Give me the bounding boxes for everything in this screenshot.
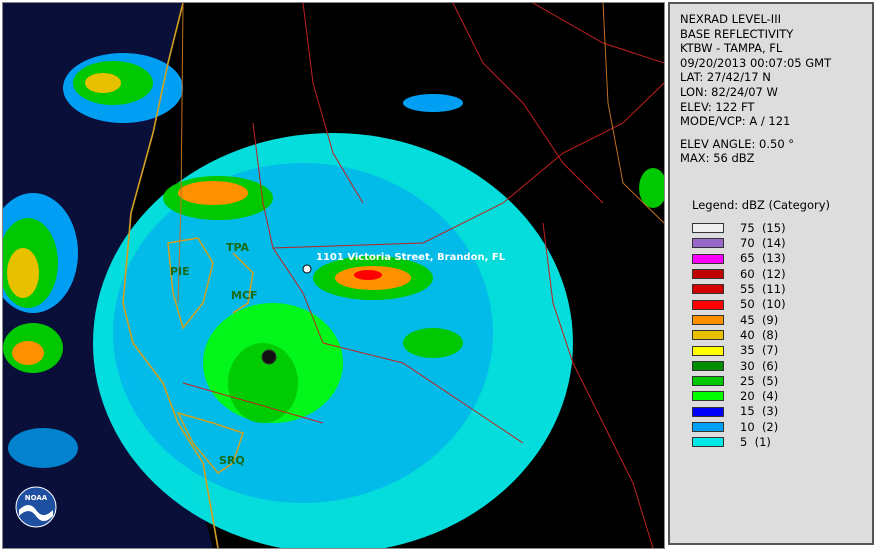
- metadata-block: NEXRAD LEVEL-III BASE REFLECTIVITY KTBW …: [680, 12, 862, 129]
- legend-swatch: [692, 422, 724, 433]
- legend-row: 50 (10): [692, 297, 862, 312]
- radar-map[interactable]: TPA PIE MCF SRQ 1101 Victoria Street, Br…: [2, 2, 665, 549]
- legend-label: 25 (5): [740, 373, 779, 388]
- storm-north-core: [178, 181, 248, 205]
- legend-swatch: [692, 299, 724, 310]
- station-label-pie: PIE: [170, 265, 190, 278]
- location-marker-icon: [302, 264, 312, 274]
- info-panel: NEXRAD LEVEL-III BASE REFLECTIVITY KTBW …: [668, 2, 874, 545]
- station-label-mcf: MCF: [231, 289, 258, 302]
- legend-swatch: [692, 406, 724, 417]
- storm-brandon-max: [354, 270, 382, 280]
- legend: 75 (15) 70 (14) 65 (13) 60 (12) 55 (11) 50 (1…: [692, 221, 862, 450]
- legend-row: 25 (5): [692, 374, 862, 389]
- radar-map-canvas: [3, 3, 664, 548]
- station-label-srq: SRQ: [219, 454, 245, 467]
- address-label: 1101 Victoria Street, Brandon, FL: [316, 252, 506, 263]
- legend-label: 15 (3): [740, 404, 779, 419]
- county-line: [452, 3, 604, 204]
- legend-label: 30 (6): [740, 358, 779, 373]
- legend-label: 70 (14): [740, 236, 786, 251]
- legend-label: 5 (1): [740, 435, 771, 450]
- legend-swatch: [692, 391, 724, 402]
- product-line: NEXRAD LEVEL-III: [680, 12, 781, 26]
- storm-south: [8, 428, 78, 468]
- legend-swatch: [692, 223, 724, 234]
- legend-swatch: [692, 238, 724, 249]
- legend-swatch: [692, 345, 724, 356]
- legend-swatch: [692, 437, 724, 448]
- legend-label: 40 (8): [740, 327, 779, 342]
- timestamp-line: 09/20/2013 00:07:05 GMT: [680, 55, 832, 70]
- elev-angle-line: ELEV ANGLE: 0.50 °: [680, 136, 795, 151]
- county-line: [532, 3, 664, 64]
- legend-row: 75 (15): [692, 221, 862, 236]
- legend-row: 65 (13): [692, 251, 862, 266]
- legend-swatch: [692, 360, 724, 371]
- radar-site-icon: [261, 349, 277, 365]
- legend-swatch: [692, 284, 724, 295]
- legend-label: 55 (11): [740, 282, 786, 297]
- storm-northwest-yellow: [85, 73, 121, 93]
- legend-row: 35 (7): [692, 343, 862, 358]
- legend-label: 75 (15): [740, 220, 786, 235]
- legend-label: 35 (7): [740, 343, 779, 358]
- legend-row: 40 (8): [692, 328, 862, 343]
- legend-row: 30 (6): [692, 358, 862, 373]
- station-line: KTBW - TAMPA, FL: [680, 41, 783, 56]
- legend-title: Legend: dBZ (Category): [692, 197, 830, 212]
- legend-row: 55 (11): [692, 282, 862, 297]
- legend-label: 50 (10): [740, 297, 786, 312]
- legend-row: 15 (3): [692, 404, 862, 419]
- storm-northeast: [403, 94, 463, 112]
- storm-west-yellow: [7, 248, 39, 298]
- legend-label: 60 (12): [740, 266, 786, 281]
- noaa-logo: NOAA: [15, 486, 57, 528]
- legend-swatch: [692, 376, 724, 387]
- product-type-line: BASE REFLECTIVITY: [680, 26, 794, 41]
- legend-row: 10 (2): [692, 419, 862, 434]
- legend-row: 20 (4): [692, 389, 862, 404]
- legend-swatch: [692, 253, 724, 264]
- latitude-line: LAT: 27/42/17 N: [680, 70, 771, 85]
- mode-vcp-line: MODE/VCP: A / 121: [680, 114, 791, 129]
- legend-label: 20 (4): [740, 389, 779, 404]
- legend-swatch: [692, 330, 724, 341]
- longitude-line: LON: 82/24/07 W: [680, 84, 778, 99]
- storm-southwest-core: [12, 341, 44, 365]
- station-label-tpa: TPA: [226, 241, 250, 254]
- legend-swatch: [692, 269, 724, 280]
- legend-row: 60 (12): [692, 266, 862, 281]
- legend-label: 45 (9): [740, 312, 779, 327]
- storm-east: [403, 328, 463, 358]
- elevation-line: ELEV: 122 FT: [680, 99, 755, 114]
- legend-row: 5 (1): [692, 435, 862, 450]
- legend-label: 10 (2): [740, 419, 779, 434]
- noaa-logo-text: NOAA: [25, 494, 48, 502]
- legend-row: 45 (9): [692, 312, 862, 327]
- legend-row: 70 (14): [692, 236, 862, 251]
- max-line: MAX: 56 dBZ: [680, 151, 755, 166]
- legend-swatch: [692, 314, 724, 325]
- legend-label: 65 (13): [740, 251, 786, 266]
